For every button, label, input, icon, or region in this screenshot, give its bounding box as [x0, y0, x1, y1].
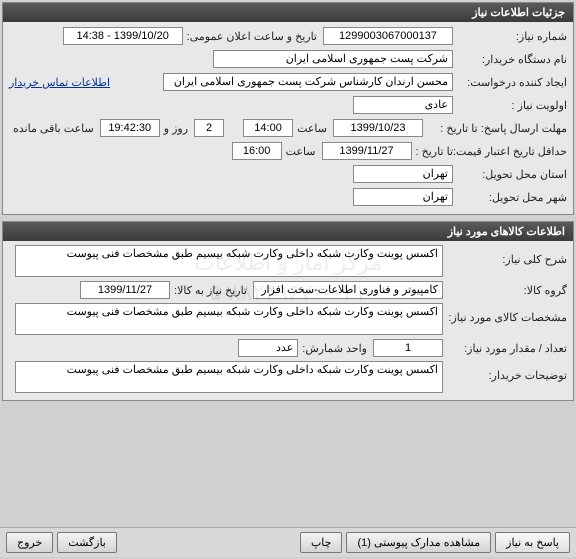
spec-value — [15, 303, 443, 335]
need-no-label: شماره نیاز: — [457, 30, 567, 43]
deadline-time-label: ساعت — [297, 122, 327, 135]
attachments-button[interactable]: مشاهده مدارک پیوستی (1) — [346, 532, 491, 553]
creator-value: محسن ارندان کارشناس شرکت پست جمهوری اسلا… — [163, 73, 453, 91]
need-date-value: 1399/11/27 — [80, 281, 170, 299]
group-value: کامپیوتر و فناوری اطلاعات-سخت افزار — [253, 281, 443, 299]
desc-value — [15, 245, 443, 277]
days-label: روز و — [164, 122, 188, 135]
deadline-label: مهلت ارسال پاسخ: تا تاریخ : — [427, 122, 567, 135]
back-button[interactable]: بازگشت — [57, 532, 117, 553]
exit-button[interactable]: خروج — [6, 532, 53, 553]
buyer-notes-label: توضیحات خریدار: — [447, 361, 567, 382]
priority-value: عادی — [353, 96, 453, 114]
unit-label: واحد شمارش: — [302, 342, 367, 355]
valid-time-value: 16:00 — [232, 142, 282, 160]
province-value: تهران — [353, 165, 453, 183]
unit-value: عدد — [238, 339, 298, 357]
creator-label: ایجاد کننده درخواست: — [457, 76, 567, 89]
buyer-notes-value — [15, 361, 443, 393]
spec-label: مشخصات کالای مورد نیاز: — [447, 303, 567, 324]
city-value: تهران — [353, 188, 453, 206]
valid-time-label: ساعت — [286, 145, 316, 158]
announce-value: 1399/10/20 - 14:38 — [63, 27, 183, 45]
respond-button[interactable]: پاسخ به نیاز — [495, 532, 570, 553]
time-remaining-value: 19:42:30 — [100, 119, 160, 137]
print-button[interactable]: چاپ — [300, 532, 343, 553]
days-remaining-value: 2 — [194, 119, 224, 137]
org-label: نام دستگاه خریدار: — [457, 53, 567, 66]
deadline-date-value: 1399/10/23 — [333, 119, 423, 137]
need-no-value: 1299003067000137 — [323, 27, 453, 45]
valid-until-label: تا تاریخ : — [416, 145, 453, 158]
goods-info-header: اطلاعات کالاهای مورد نیاز — [3, 222, 573, 241]
deadline-time-value: 14:00 — [243, 119, 293, 137]
valid-date-value: 1399/11/27 — [322, 142, 412, 160]
priority-label: اولویت نیاز : — [457, 99, 567, 112]
group-label: گروه کالا: — [447, 284, 567, 297]
announce-label: تاریخ و ساعت اعلان عمومی: — [187, 30, 317, 43]
desc-label: شرح کلی نیاز: — [447, 245, 567, 266]
remain-label: ساعت باقی مانده — [13, 122, 94, 135]
need-date-label: تاریخ نیاز به کالا: — [174, 284, 247, 297]
city-label: شهر محل تحویل: — [457, 191, 567, 204]
province-label: استان محل تحویل: — [457, 168, 567, 181]
contact-link[interactable]: اطلاعات تماس خریدار — [9, 76, 110, 89]
org-value: شرکت پست جمهوری اسلامی ایران — [213, 50, 453, 68]
qty-value: 1 — [373, 339, 443, 357]
valid-label: حداقل تاریخ اعتبار قیمت: — [457, 145, 567, 158]
button-bar: پاسخ به نیاز مشاهده مدارک پیوستی (1) چاپ… — [0, 527, 576, 557]
need-details-header: جزئیات اطلاعات نیاز — [3, 3, 573, 22]
need-details-panel: جزئیات اطلاعات نیاز شماره نیاز: 12990030… — [2, 2, 574, 215]
goods-info-panel: اطلاعات کالاهای مورد نیاز شرح کلی نیاز: … — [2, 221, 574, 401]
qty-label: تعداد / مقدار مورد نیاز: — [447, 342, 567, 355]
